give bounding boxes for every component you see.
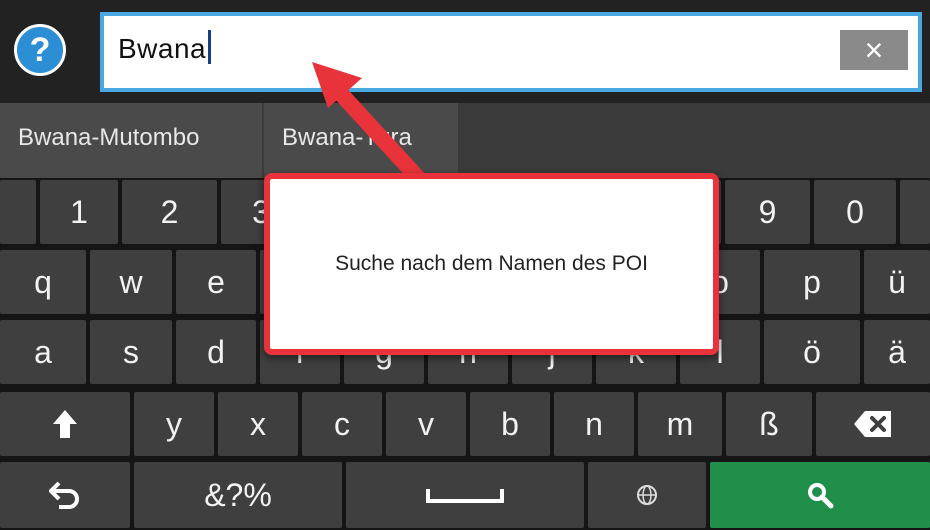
- key-m[interactable]: m: [638, 392, 722, 456]
- key-q[interactable]: q: [0, 250, 86, 314]
- key-b[interactable]: b: [470, 392, 550, 456]
- backspace-icon: [854, 411, 891, 437]
- space-icon: [426, 489, 504, 503]
- search-input[interactable]: Bwana ×: [100, 12, 922, 92]
- key-w[interactable]: w: [90, 250, 172, 314]
- suggestion-item[interactable]: Bwana-Tura: [264, 103, 458, 178]
- shift-up-icon: [53, 410, 77, 438]
- shift-key[interactable]: [0, 392, 130, 456]
- app-screen: ? Bwana × Bwana-Mutombo Bwana-Tura 1 2 3…: [0, 0, 930, 530]
- key-spacer: [0, 180, 36, 244]
- key-2[interactable]: 2: [122, 180, 217, 244]
- space-key[interactable]: [346, 462, 584, 528]
- key-x[interactable]: x: [218, 392, 298, 456]
- callout-text: Suche nach dem Namen des POI: [335, 252, 648, 275]
- key-eszett[interactable]: ß: [726, 392, 812, 456]
- search-query: Bwana: [118, 33, 207, 64]
- help-icon: ?: [29, 31, 51, 69]
- clear-button[interactable]: ×: [840, 30, 908, 70]
- key-0[interactable]: 0: [814, 180, 896, 244]
- key-9[interactable]: 9: [725, 180, 810, 244]
- language-key[interactable]: [588, 462, 706, 528]
- search-icon: [808, 483, 834, 509]
- search-bar: ? Bwana ×: [0, 0, 930, 103]
- key-1[interactable]: 1: [40, 180, 118, 244]
- back-icon: [49, 481, 79, 509]
- key-o-umlaut[interactable]: ö: [764, 320, 860, 384]
- text-cursor: [208, 30, 212, 64]
- help-button[interactable]: ?: [14, 24, 66, 76]
- key-a-umlaut[interactable]: ä: [864, 320, 930, 384]
- key-spacer: [900, 180, 930, 244]
- backspace-key[interactable]: [816, 392, 930, 456]
- search-button[interactable]: [710, 462, 930, 528]
- key-c[interactable]: c: [302, 392, 382, 456]
- back-key[interactable]: [0, 462, 130, 528]
- key-d[interactable]: d: [176, 320, 256, 384]
- key-e[interactable]: e: [176, 250, 256, 314]
- key-n[interactable]: n: [554, 392, 634, 456]
- close-icon: ×: [864, 32, 884, 68]
- annotation-callout: Suche nach dem Namen des POI: [264, 173, 719, 355]
- symbols-key[interactable]: &?%: [134, 462, 342, 528]
- key-v[interactable]: v: [386, 392, 466, 456]
- suggestion-item[interactable]: Bwana-Mutombo: [0, 103, 262, 178]
- key-u-umlaut[interactable]: ü: [864, 250, 930, 314]
- suggestion-bar: Bwana-Mutombo Bwana-Tura: [0, 103, 930, 178]
- key-y[interactable]: y: [134, 392, 214, 456]
- globe-icon: [637, 485, 657, 505]
- key-a[interactable]: a: [0, 320, 86, 384]
- key-p[interactable]: p: [764, 250, 860, 314]
- key-s[interactable]: s: [90, 320, 172, 384]
